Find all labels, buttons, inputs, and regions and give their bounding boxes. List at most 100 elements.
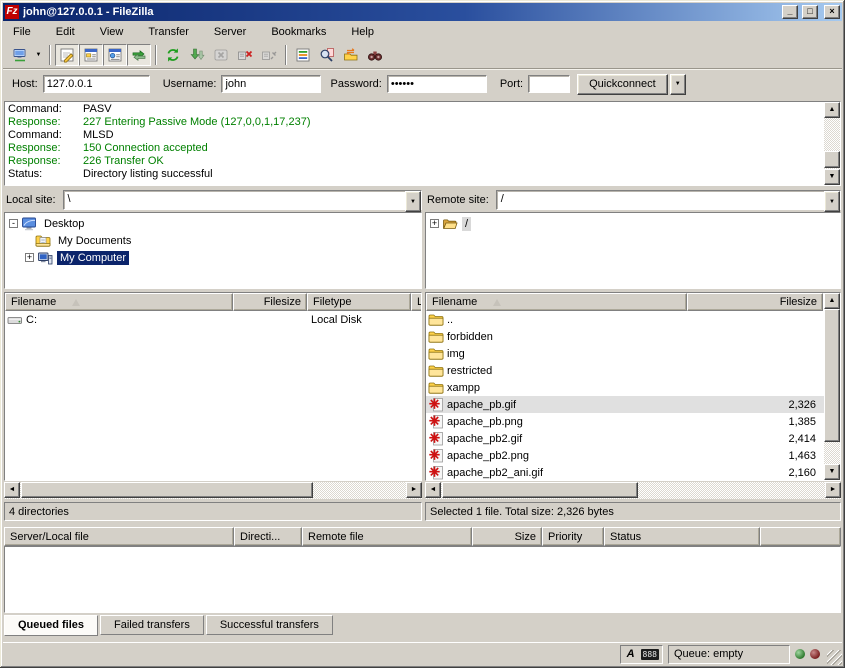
local-site-combo[interactable]: \ ▼ — [63, 190, 422, 210]
scroll-left-button[interactable]: ◄ — [425, 482, 441, 498]
menu-item-server[interactable]: Server — [212, 25, 248, 39]
toggle-queue-button[interactable] — [127, 44, 151, 66]
remote-file-row[interactable]: apache_pb2_ani.gif 2,160 — [426, 464, 824, 481]
local-file-row[interactable]: C: Local Disk — [5, 311, 421, 328]
remote-file-row[interactable]: apache_pb2.png 1,463 — [426, 447, 824, 464]
queue-column-direction[interactable]: Directi... — [234, 527, 302, 546]
scroll-right-button[interactable]: ► — [406, 482, 422, 498]
remote-file-row[interactable]: xampp — [426, 379, 824, 396]
remote-file-row[interactable]: forbidden — [426, 328, 824, 345]
cancel-button[interactable] — [209, 44, 233, 66]
menu-item-edit[interactable]: Edit — [54, 25, 77, 39]
menu-item-bookmarks[interactable]: Bookmarks — [269, 25, 328, 39]
column-header-filename[interactable]: Filename — [5, 293, 233, 311]
menu-item-transfer[interactable]: Transfer — [146, 25, 191, 39]
resize-grip[interactable] — [827, 650, 842, 665]
reconnect-button[interactable] — [257, 44, 281, 66]
tree-item-root[interactable]: + / — [426, 215, 840, 232]
log-scrollbar[interactable]: ▲ ▼ — [824, 102, 840, 185]
directory-comparison-button[interactable] — [315, 44, 339, 66]
local-tree-icon — [83, 47, 99, 63]
queue-column-remote-file[interactable]: Remote file — [302, 527, 472, 546]
combo-dropdown-button[interactable]: ▼ — [824, 191, 840, 212]
drive-icon — [7, 312, 23, 328]
tab-queued-files[interactable]: Queued files — [4, 615, 98, 636]
tree-item-desktop[interactable]: - Desktop — [5, 215, 421, 232]
tab-failed-transfers[interactable]: Failed transfers — [100, 615, 204, 635]
toggle-local-tree-button[interactable] — [79, 44, 103, 66]
chevron-down-icon: ▼ — [675, 81, 681, 87]
toggle-message-log-button[interactable] — [55, 44, 79, 66]
activity-led-red — [810, 649, 820, 659]
combo-dropdown-button[interactable]: ▼ — [405, 191, 421, 212]
minimize-button[interactable]: _ — [782, 5, 798, 19]
scrollbar-thumb[interactable] — [824, 151, 840, 168]
site-manager-button[interactable] — [8, 44, 32, 66]
log-line: Response:226 Transfer OK — [5, 155, 840, 168]
site-manager-dropdown[interactable]: ▼ — [32, 44, 45, 66]
column-header-filename[interactable]: Filename — [426, 293, 687, 311]
scroll-down-button[interactable]: ▼ — [824, 464, 840, 480]
scroll-down-button[interactable]: ▼ — [824, 169, 840, 185]
my-documents-icon — [35, 233, 51, 249]
username-input[interactable] — [221, 75, 321, 93]
expand-expander-icon[interactable]: + — [25, 253, 34, 262]
close-button[interactable]: × — [824, 5, 840, 19]
remote-file-row[interactable]: apache_pb.png 1,385 — [426, 413, 824, 430]
queue-column-size[interactable]: Size — [472, 527, 542, 546]
chevron-down-icon: ▼ — [829, 199, 835, 205]
local-hscrollbar[interactable]: ◄ ► — [4, 482, 422, 499]
column-header-filesize[interactable]: Filesize — [687, 293, 823, 311]
menu-item-help[interactable]: Help — [349, 25, 376, 39]
host-input[interactable] — [43, 75, 150, 93]
scroll-up-button[interactable]: ▲ — [824, 293, 840, 309]
synchronized-browsing-button[interactable] — [339, 44, 363, 66]
port-input[interactable] — [528, 75, 570, 93]
tree-item-my-computer[interactable]: + My Computer — [5, 249, 421, 266]
queue-header: Server/Local file Directi... Remote file… — [4, 527, 841, 546]
remote-file-row[interactable]: restricted — [426, 362, 824, 379]
column-header-filetype[interactable]: Filetype — [307, 293, 411, 311]
scrollbar-thumb[interactable] — [824, 309, 840, 442]
password-label: Password: — [330, 78, 381, 90]
scroll-right-button[interactable]: ► — [825, 482, 841, 498]
remote-hscrollbar[interactable]: ◄ ► — [425, 482, 841, 499]
remote-file-row[interactable]: img — [426, 345, 824, 362]
expand-expander-icon[interactable]: + — [430, 219, 439, 228]
speed-limits-icon[interactable]: 888 — [641, 649, 659, 660]
column-header-lastmodified[interactable]: L — [411, 293, 422, 311]
remote-vscrollbar[interactable]: ▲ ▼ — [824, 293, 840, 480]
column-header-filesize[interactable]: Filesize — [233, 293, 307, 311]
password-input[interactable] — [387, 75, 487, 93]
toggle-remote-tree-button[interactable] — [103, 44, 127, 66]
queue-column-priority[interactable]: Priority — [542, 527, 604, 546]
process-queue-button[interactable] — [185, 44, 209, 66]
scrollbar-thumb[interactable] — [21, 482, 313, 498]
local-status-text: 4 directories — [4, 502, 422, 521]
collapse-expander-icon[interactable]: - — [9, 219, 18, 228]
quickconnect-button[interactable]: Quickconnect — [577, 74, 668, 95]
queue-column-status[interactable]: Status — [604, 527, 760, 546]
menu-item-file[interactable]: File — [11, 25, 33, 39]
remote-file-row[interactable]: .. — [426, 311, 824, 328]
ascii-datatype-icon[interactable]: A — [624, 648, 638, 660]
remote-file-row-selected[interactable]: apache_pb.gif 2,326 — [426, 396, 824, 413]
maximize-button[interactable]: □ — [802, 5, 818, 19]
quickconnect-dropdown[interactable]: ▼ — [670, 74, 686, 95]
directory-filters-button[interactable] — [291, 44, 315, 66]
menu-item-view[interactable]: View — [98, 25, 126, 39]
disconnect-button[interactable] — [233, 44, 257, 66]
queue-column-server-local-file[interactable]: Server/Local file — [4, 527, 234, 546]
find-files-button[interactable] — [363, 44, 387, 66]
toolbar-separator — [155, 45, 157, 65]
scroll-left-button[interactable]: ◄ — [4, 482, 20, 498]
remote-file-row[interactable]: apache_pb2.gif 2,414 — [426, 430, 824, 447]
activity-led-green — [795, 649, 805, 659]
refresh-button[interactable] — [161, 44, 185, 66]
tab-successful-transfers[interactable]: Successful transfers — [206, 615, 333, 635]
image-file-icon — [428, 414, 444, 430]
remote-site-combo[interactable]: / ▼ — [496, 190, 841, 210]
scrollbar-thumb[interactable] — [442, 482, 638, 498]
scroll-up-button[interactable]: ▲ — [824, 102, 840, 118]
tree-item-my-documents[interactable]: My Documents — [5, 232, 421, 249]
